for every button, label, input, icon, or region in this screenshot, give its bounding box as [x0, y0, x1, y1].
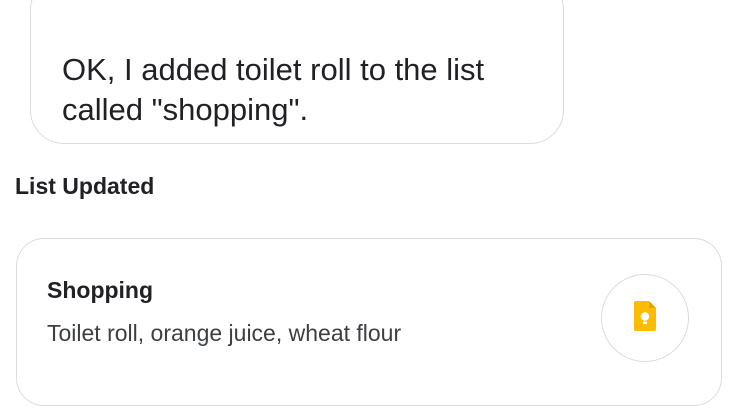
open-in-keep-button[interactable]: [601, 274, 689, 362]
google-keep-icon: [634, 300, 656, 336]
assistant-response-text: OK, I added toilet roll to the list call…: [62, 52, 485, 127]
list-title: Shopping: [47, 277, 154, 303]
list-updated-heading: List Updated: [15, 173, 155, 199]
list-items-summary: Toilet roll, orange juice, wheat flour: [47, 320, 402, 346]
